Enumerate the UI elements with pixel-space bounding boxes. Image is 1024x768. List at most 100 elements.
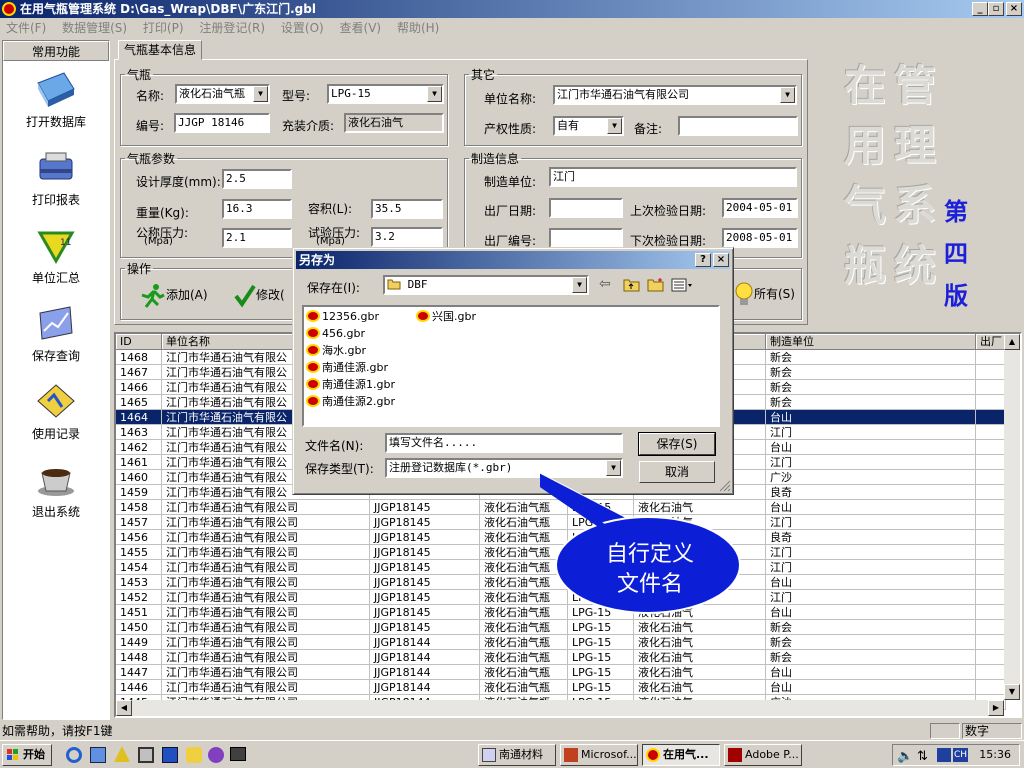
sidebar-item-save-query[interactable]: 保存查询	[3, 297, 109, 375]
menu-view[interactable]: 查看(V)	[340, 21, 382, 35]
next-check-input[interactable]: 2008-05-01	[722, 228, 798, 248]
horizontal-scrollbar[interactable]: ◀ ▶	[116, 700, 1004, 716]
sidebar-item-open-db[interactable]: 打开数据库	[3, 63, 109, 141]
app-icon[interactable]	[2, 2, 16, 16]
notepad-icon[interactable]	[186, 747, 202, 763]
table-row[interactable]: 1450 江门市华通石油气有限公司 JJGP18145 液化石油气瓶 LPG-15 液化石…	[116, 620, 1006, 635]
menu-file[interactable]: 文件(F)	[6, 21, 46, 35]
weight-input[interactable]: 16.3	[222, 199, 292, 219]
task-button[interactable]: 南通材料	[478, 744, 556, 766]
quicklaunch-triangle-icon[interactable]	[114, 746, 130, 762]
file-item[interactable]: 南通佳源2.gbr	[306, 394, 395, 410]
table-row[interactable]: 1446 江门市华通石油气有限公司 JJGP18144 液化石油气瓶 LPG-15 液化石…	[116, 680, 1006, 695]
menu-help[interactable]: 帮助(H)	[397, 21, 439, 35]
savein-select[interactable]: DBF ▼	[383, 275, 589, 295]
pressure-input[interactable]: 2.1	[222, 228, 292, 248]
view-menu-icon[interactable]	[671, 277, 693, 293]
model-select[interactable]: LPG-15 ▼	[327, 84, 444, 104]
table-row[interactable]: 1447 江门市华通石油气有限公司 JJGP18144 液化石油气瓶 LPG-15 液化石…	[116, 665, 1006, 680]
volume-input[interactable]: 35.5	[371, 199, 443, 219]
maximize-button[interactable]: ▫	[988, 2, 1004, 16]
ie-icon[interactable]	[66, 747, 82, 763]
all-button[interactable]: 所有(S)	[734, 280, 795, 308]
file-item[interactable]: 海水.gbr	[306, 343, 366, 359]
dialog-close-button[interactable]: ×	[713, 253, 729, 267]
chevron-down-icon[interactable]: ▼	[607, 118, 622, 134]
network-icon[interactable]: ⇅	[917, 747, 928, 767]
table-cell: 液化石油气	[634, 665, 766, 680]
file-item[interactable]: 南通佳源.gbr	[306, 360, 388, 376]
name-value: 液化石油气瓶	[179, 87, 245, 100]
weight-label: 重量(Kg):	[136, 206, 189, 220]
menu-settings[interactable]: 设置(O)	[281, 21, 324, 35]
task-button-active[interactable]: 在用气...	[642, 744, 720, 766]
window-title-bar[interactable]: 在用气瓶管理系统 D:\Gas_Wrap\DBF\广东江门.gbl	[0, 0, 1024, 18]
property-select[interactable]: 自有 ▼	[553, 116, 624, 136]
gbr-file-icon	[306, 310, 320, 322]
column-header-maker[interactable]: 制造单位	[766, 334, 976, 350]
speaker-icon[interactable]: 🔈	[897, 747, 913, 767]
sidebar-item-print[interactable]: 打印报表	[3, 141, 109, 219]
table-cell: JJGP18144	[370, 680, 480, 695]
column-header-date[interactable]: 出厂	[976, 334, 1006, 350]
sidebar-item-usage-record[interactable]: 使用记录	[3, 375, 109, 453]
date-input[interactable]	[549, 198, 623, 218]
sidebar-item-summary[interactable]: 11 单位汇总	[3, 219, 109, 297]
tab-cylinder-info[interactable]: 气瓶基本信息	[118, 40, 202, 60]
file-item[interactable]: 456.gbr	[306, 326, 365, 342]
edit-button[interactable]: 修改(	[234, 282, 285, 308]
scroll-left-icon[interactable]: ◀	[116, 700, 132, 716]
close-button[interactable]: ×	[1006, 2, 1022, 16]
add-button[interactable]: 添加(A)	[138, 282, 208, 308]
menu-print[interactable]: 打印(P)	[143, 21, 184, 35]
desktop-icon[interactable]	[90, 747, 106, 763]
quicklaunch-app-icon[interactable]	[162, 747, 178, 763]
file-item[interactable]: 兴国.gbr	[416, 309, 476, 325]
name-select[interactable]: 液化石油气瓶 ▼	[175, 84, 270, 104]
number-input[interactable]: JJGP 18146	[174, 113, 270, 133]
menu-data[interactable]: 数据管理(S)	[62, 21, 127, 35]
media-icon[interactable]	[208, 747, 224, 763]
medium-input[interactable]: 液化石油气	[344, 113, 444, 133]
clock-time[interactable]: 15:36	[979, 748, 1011, 761]
file-item[interactable]: 南通佳源1.gbr	[306, 377, 395, 393]
task-button[interactable]: Microsof...	[560, 744, 638, 766]
table-row[interactable]: 1449 江门市华通石油气有限公司 JJGP18144 液化石油气瓶 LPG-15 液化石…	[116, 635, 1006, 650]
start-button[interactable]: 开始	[2, 744, 52, 766]
menu-register[interactable]: 注册登记(R)	[199, 21, 265, 35]
task-button[interactable]: Adobe P...	[724, 744, 802, 766]
ops-legend: 操作	[127, 262, 152, 276]
ime-indicator[interactable]: CH	[953, 748, 969, 762]
serial-input[interactable]	[549, 228, 623, 248]
scroll-up-icon[interactable]: ▲	[1004, 334, 1020, 350]
new-folder-icon[interactable]	[647, 277, 665, 293]
calculator-icon[interactable]	[138, 747, 154, 763]
table-cell: 广沙	[766, 470, 976, 485]
dialog-title-bar[interactable]: 另存为	[296, 251, 730, 269]
test-pressure-input[interactable]: 3.2	[371, 227, 443, 247]
table-cell: 1467	[116, 365, 162, 380]
column-header-id[interactable]: ID	[116, 334, 162, 350]
unit-select[interactable]: 江门市华通石油气有限公司 ▼	[553, 85, 797, 105]
sidebar-item-exit[interactable]: 退出系统	[3, 453, 109, 531]
remark-input[interactable]	[678, 116, 798, 136]
scroll-down-icon[interactable]: ▼	[1004, 684, 1020, 700]
tray-app-icon[interactable]	[937, 748, 951, 762]
maker-input[interactable]: 江门	[549, 167, 797, 187]
file-list[interactable]: 12356.gbr 456.gbr 海水.gbr 南通佳源.gbr 南通佳源1.…	[302, 305, 720, 427]
table-row[interactable]: 1448 江门市华通石油气有限公司 JJGP18144 液化石油气瓶 LPG-15 液化石…	[116, 650, 1006, 665]
dialog-help-button[interactable]: ?	[695, 253, 711, 267]
chevron-down-icon[interactable]: ▼	[253, 86, 268, 102]
chevron-down-icon[interactable]: ▼	[572, 277, 587, 293]
thickness-input[interactable]: 2.5	[222, 169, 292, 189]
scroll-right-icon[interactable]: ▶	[988, 700, 1004, 716]
minimize-button[interactable]: _	[972, 2, 988, 16]
last-check-input[interactable]: 2004-05-01	[722, 198, 798, 218]
chevron-down-icon[interactable]: ▼	[780, 87, 795, 103]
monitor-icon[interactable]	[230, 747, 246, 761]
back-arrow-icon[interactable]: ⇦	[599, 276, 619, 294]
chevron-down-icon[interactable]: ▼	[427, 86, 442, 102]
file-item[interactable]: 12356.gbr	[306, 309, 379, 325]
vertical-scrollbar[interactable]: ▲ ▼	[1004, 334, 1020, 700]
up-folder-icon[interactable]	[623, 277, 641, 293]
